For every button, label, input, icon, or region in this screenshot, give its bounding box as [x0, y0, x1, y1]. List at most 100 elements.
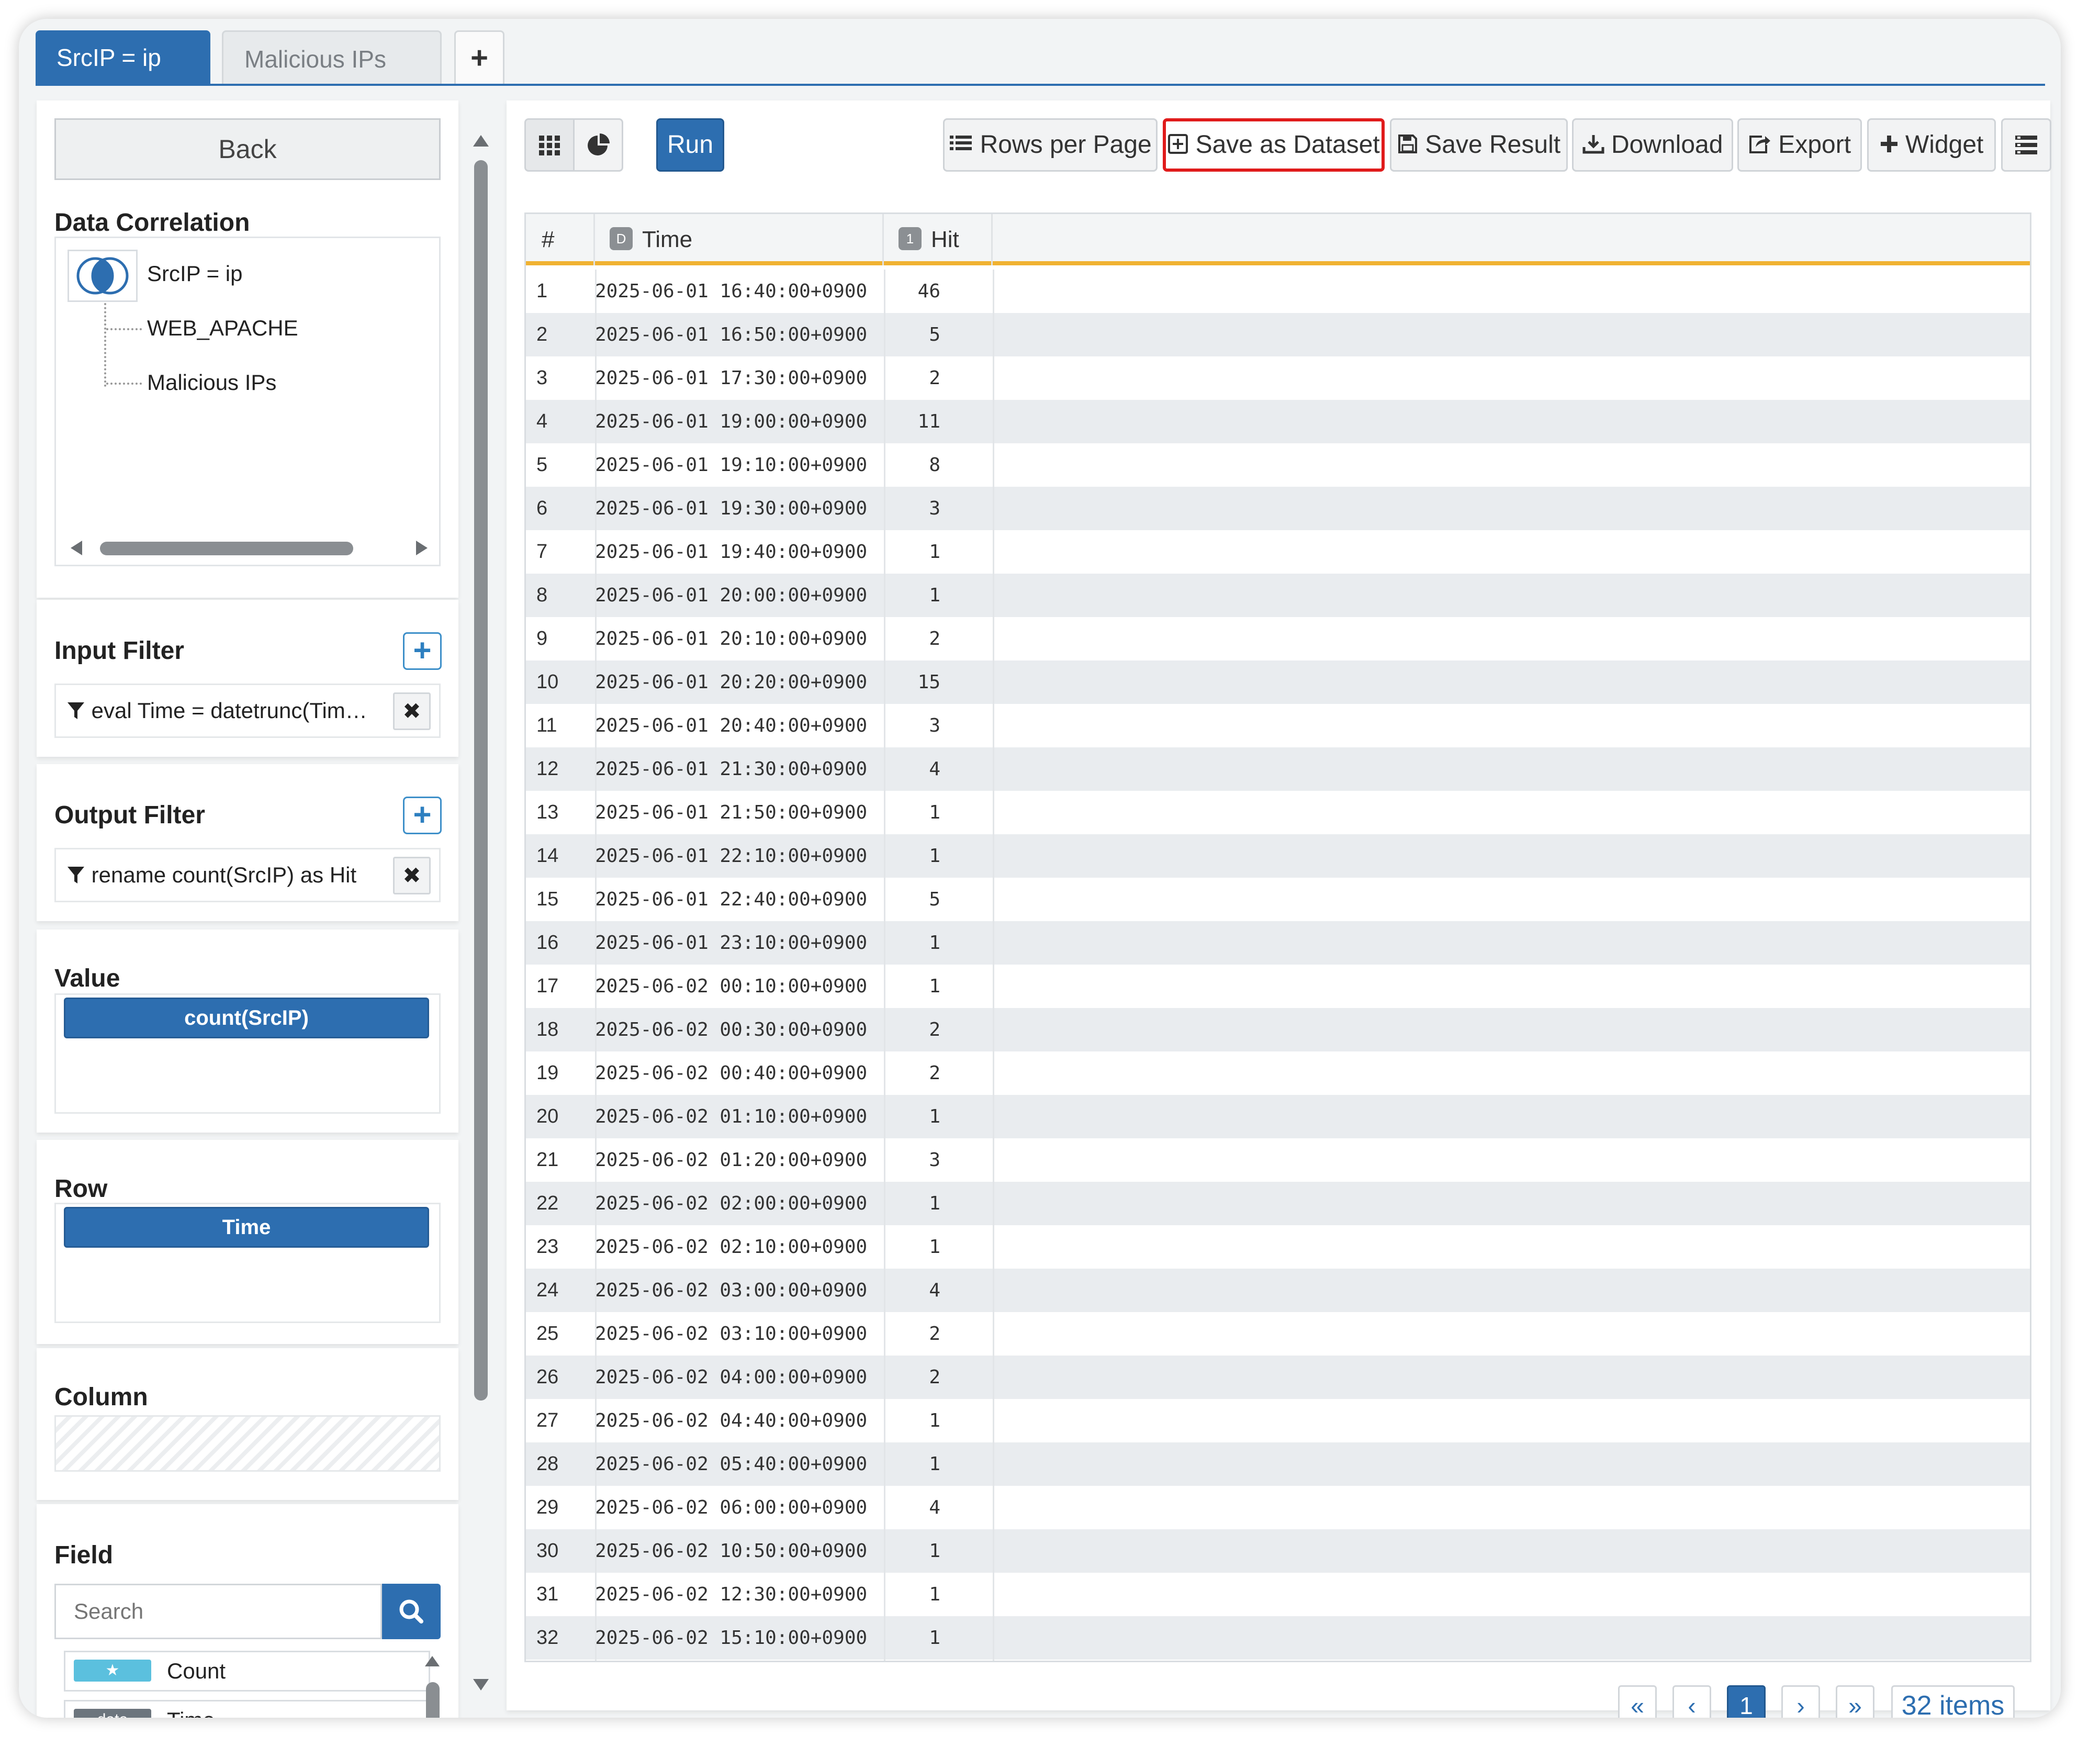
row-hit: 4: [929, 758, 940, 780]
scroll-right-icon[interactable]: [416, 541, 428, 555]
column-dropzone[interactable]: [54, 1415, 441, 1472]
table-row[interactable]: 19 2025-06-02 00:40:00+0900 2: [526, 1051, 2030, 1095]
input-filter-title: Input Filter: [54, 637, 184, 665]
table-row[interactable]: 23 2025-06-02 02:10:00+0900 1: [526, 1225, 2030, 1269]
correlation-child[interactable]: Malicious IPs: [147, 370, 276, 395]
back-button[interactable]: Back: [54, 118, 441, 180]
widget-label: Widget: [1905, 131, 1984, 159]
table-row[interactable]: 24 2025-06-02 03:00:00+0900 4: [526, 1269, 2030, 1312]
widget-button[interactable]: Widget: [1867, 118, 1996, 172]
field-scroll-up-icon[interactable]: [425, 1656, 440, 1666]
table-row[interactable]: 29 2025-06-02 06:00:00+0900 4: [526, 1486, 2030, 1529]
field-search-input[interactable]: [54, 1584, 382, 1639]
row-time: 2025-06-01 22:40:00+0900: [595, 889, 868, 910]
correlation-root[interactable]: SrcIP = ip: [147, 261, 242, 286]
table-row[interactable]: 9 2025-06-01 20:10:00+0900 2: [526, 617, 2030, 660]
remove-output-filter-button[interactable]: ✖: [393, 857, 431, 894]
chart-view-button[interactable]: [573, 118, 623, 172]
field-item[interactable]: date Time: [64, 1700, 430, 1718]
add-input-filter-button[interactable]: +: [403, 632, 442, 670]
table-row[interactable]: 21 2025-06-02 01:20:00+0900 3: [526, 1138, 2030, 1182]
prev-page-button[interactable]: ‹: [1672, 1685, 1711, 1718]
horizontal-scroll-thumb[interactable]: [100, 542, 353, 555]
table-row[interactable]: 31 2025-06-02 12:30:00+0900 1: [526, 1573, 2030, 1616]
table-row[interactable]: 4 2025-06-01 19:00:00+0900 11: [526, 400, 2030, 443]
tree-branch: [106, 383, 142, 385]
table-row[interactable]: 17 2025-06-02 00:10:00+0900 1: [526, 965, 2030, 1008]
correlation-child[interactable]: WEB_APACHE: [147, 316, 298, 341]
table-row[interactable]: 5 2025-06-01 19:10:00+0900 8: [526, 443, 2030, 487]
scroll-down-icon[interactable]: [473, 1679, 489, 1690]
output-filter-item[interactable]: rename count(SrcIP) as Hit ✖: [54, 848, 441, 902]
row-index: 1: [536, 280, 548, 302]
row-hit: 1: [929, 1540, 940, 1562]
field-item[interactable]: ★ Count: [64, 1651, 430, 1692]
menu-button[interactable]: [2001, 118, 2051, 172]
table-row[interactable]: 8 2025-06-01 20:00:00+0900 1: [526, 574, 2030, 617]
value-pill[interactable]: count(SrcIP): [64, 998, 429, 1038]
row-time: 2025-06-02 10:50:00+0900: [595, 1540, 868, 1562]
row-time: 2025-06-01 17:30:00+0900: [595, 367, 868, 389]
sidebar-scroll-thumb[interactable]: [474, 160, 488, 1401]
grid-view-button[interactable]: [524, 118, 575, 172]
join-icon[interactable]: [68, 250, 138, 302]
scroll-up-icon[interactable]: [473, 135, 489, 147]
result-panel: Run Rows per Page Save as Dataset Save R…: [507, 100, 2051, 1718]
export-label: Export: [1778, 131, 1851, 159]
rows-per-page-button[interactable]: Rows per Page: [943, 118, 1158, 172]
table-row[interactable]: 26 2025-06-02 04:00:00+0900 2: [526, 1356, 2030, 1399]
input-filter-item[interactable]: eval Time = datetrunc(Tim… ✖: [54, 684, 441, 738]
list-icon: [949, 131, 980, 159]
table-row[interactable]: 16 2025-06-01 23:10:00+0900 1: [526, 921, 2030, 965]
save-result-button[interactable]: Save Result: [1390, 118, 1568, 172]
table-row[interactable]: 32 2025-06-02 15:10:00+0900 1: [526, 1616, 2030, 1660]
row-time: 2025-06-02 00:30:00+0900: [595, 1019, 868, 1040]
tab-malicious-ips[interactable]: Malicious IPs: [222, 30, 442, 85]
table-row[interactable]: 13 2025-06-01 21:50:00+0900 1: [526, 791, 2030, 834]
table-row[interactable]: 10 2025-06-01 20:20:00+0900 15: [526, 660, 2030, 704]
table-row[interactable]: 15 2025-06-01 22:40:00+0900 5: [526, 878, 2030, 921]
first-page-button[interactable]: «: [1618, 1685, 1657, 1718]
current-page[interactable]: 1: [1727, 1685, 1766, 1718]
export-button[interactable]: Export: [1737, 118, 1862, 172]
remove-input-filter-button[interactable]: ✖: [393, 692, 431, 730]
table-row[interactable]: 7 2025-06-01 19:40:00+0900 1: [526, 530, 2030, 574]
add-output-filter-button[interactable]: +: [403, 797, 442, 834]
row-time: 2025-06-02 00:40:00+0900: [595, 1062, 868, 1084]
column-header-time[interactable]: D Time: [595, 214, 884, 265]
table-row[interactable]: 3 2025-06-01 17:30:00+0900 2: [526, 356, 2030, 400]
add-tab-button[interactable]: +: [454, 30, 504, 85]
table-row[interactable]: 22 2025-06-02 02:00:00+0900 1: [526, 1182, 2030, 1225]
search-button[interactable]: [382, 1584, 441, 1639]
table-row[interactable]: 30 2025-06-02 10:50:00+0900 1: [526, 1529, 2030, 1573]
row-pill[interactable]: Time: [64, 1207, 429, 1248]
table-row[interactable]: 12 2025-06-01 21:30:00+0900 4: [526, 747, 2030, 791]
column-header-index[interactable]: #: [526, 214, 595, 265]
row-time: 2025-06-01 20:10:00+0900: [595, 628, 868, 650]
table-row[interactable]: 20 2025-06-02 01:10:00+0900 1: [526, 1095, 2030, 1138]
row-time: 2025-06-01 16:40:00+0900: [595, 281, 868, 302]
table-row[interactable]: 11 2025-06-01 20:40:00+0900 3: [526, 704, 2030, 747]
tab-srcip[interactable]: SrcIP = ip: [36, 30, 210, 85]
table-row[interactable]: 2 2025-06-01 16:50:00+0900 5: [526, 313, 2030, 356]
table-row[interactable]: 28 2025-06-02 05:40:00+0900 1: [526, 1442, 2030, 1486]
table-row[interactable]: 6 2025-06-01 19:30:00+0900 3: [526, 487, 2030, 530]
field-scroll-thumb[interactable]: [426, 1682, 440, 1718]
download-button[interactable]: Download: [1572, 118, 1733, 172]
table-row[interactable]: 27 2025-06-02 04:40:00+0900 1: [526, 1399, 2030, 1442]
table-row[interactable]: 1 2025-06-01 16:40:00+0900 46: [526, 270, 2030, 313]
table-row[interactable]: 25 2025-06-02 03:10:00+0900 2: [526, 1312, 2030, 1356]
last-page-button[interactable]: »: [1836, 1685, 1874, 1718]
column-header-hit[interactable]: 1 Hit: [884, 214, 993, 265]
scroll-left-icon[interactable]: [71, 541, 82, 555]
run-button[interactable]: Run: [656, 118, 724, 172]
table-row[interactable]: 18 2025-06-02 00:30:00+0900 2: [526, 1008, 2030, 1051]
row-hit: 1: [929, 802, 940, 823]
row-hit: 1: [929, 1453, 940, 1475]
save-as-dataset-button[interactable]: Save as Dataset: [1163, 118, 1385, 172]
row-index: 31: [536, 1583, 559, 1605]
row-index: 32: [536, 1627, 559, 1649]
table-row[interactable]: 14 2025-06-01 22:10:00+0900 1: [526, 834, 2030, 878]
row-index: 6: [536, 497, 548, 519]
next-page-button[interactable]: ›: [1781, 1685, 1820, 1718]
